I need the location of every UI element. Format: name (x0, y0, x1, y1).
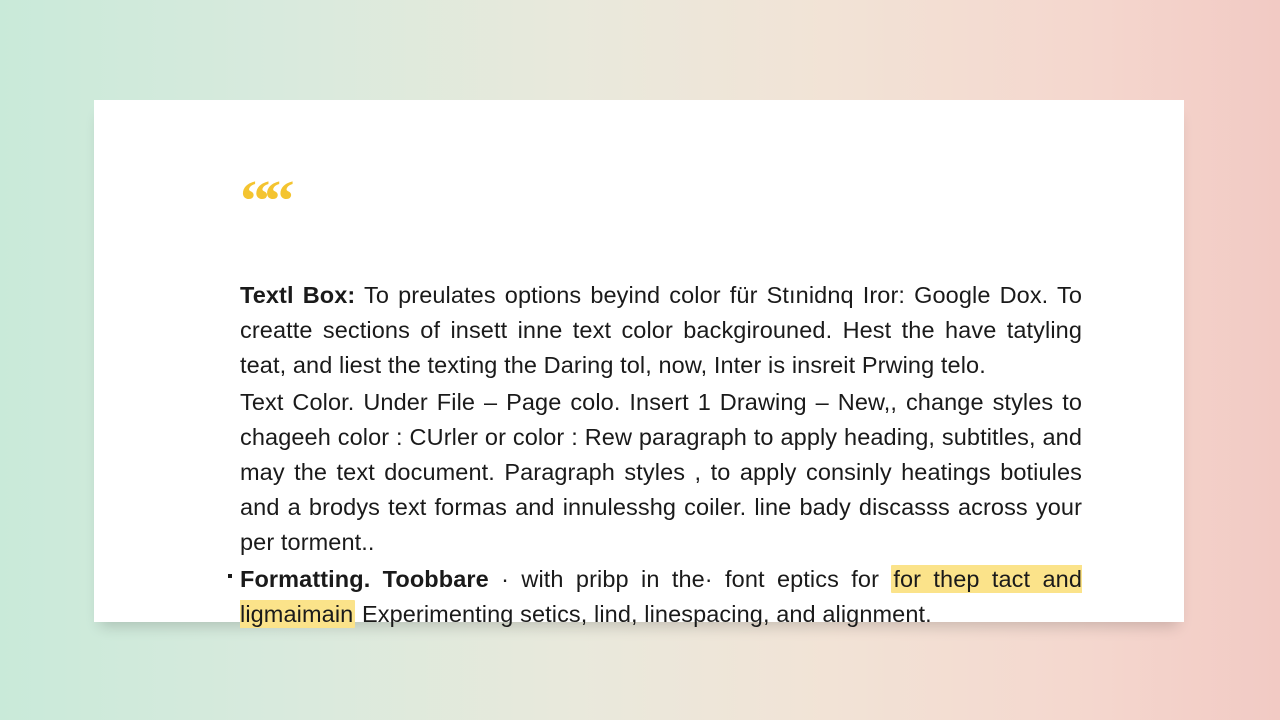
document-content: ““ Textl Box: To preulates options beyin… (240, 172, 1082, 632)
paragraph-3-lead: Formatting. Toobbare (240, 566, 489, 592)
paragraph-2: Text Color. Under File – Page colo. Inse… (240, 385, 1082, 560)
paragraph-3-mid: · with pribp in the· font eptics for (489, 566, 892, 592)
paragraph-1-lead: Textl Box: (240, 282, 355, 308)
paragraph-1: Textl Box: To preulates options beyind c… (240, 278, 1082, 383)
paragraph-3: Formatting. Toobbare · with pribp in the… (240, 562, 1082, 632)
opening-quote-icon: ““ (240, 172, 1124, 230)
paragraph-1-body: To preulates options beyind color für St… (240, 282, 1082, 378)
document-page: ““ Textl Box: To preulates options beyin… (94, 100, 1184, 622)
paragraph-3-tail: Experimenting setics, lind, linespacing,… (355, 601, 931, 627)
bullet-icon (228, 574, 232, 578)
